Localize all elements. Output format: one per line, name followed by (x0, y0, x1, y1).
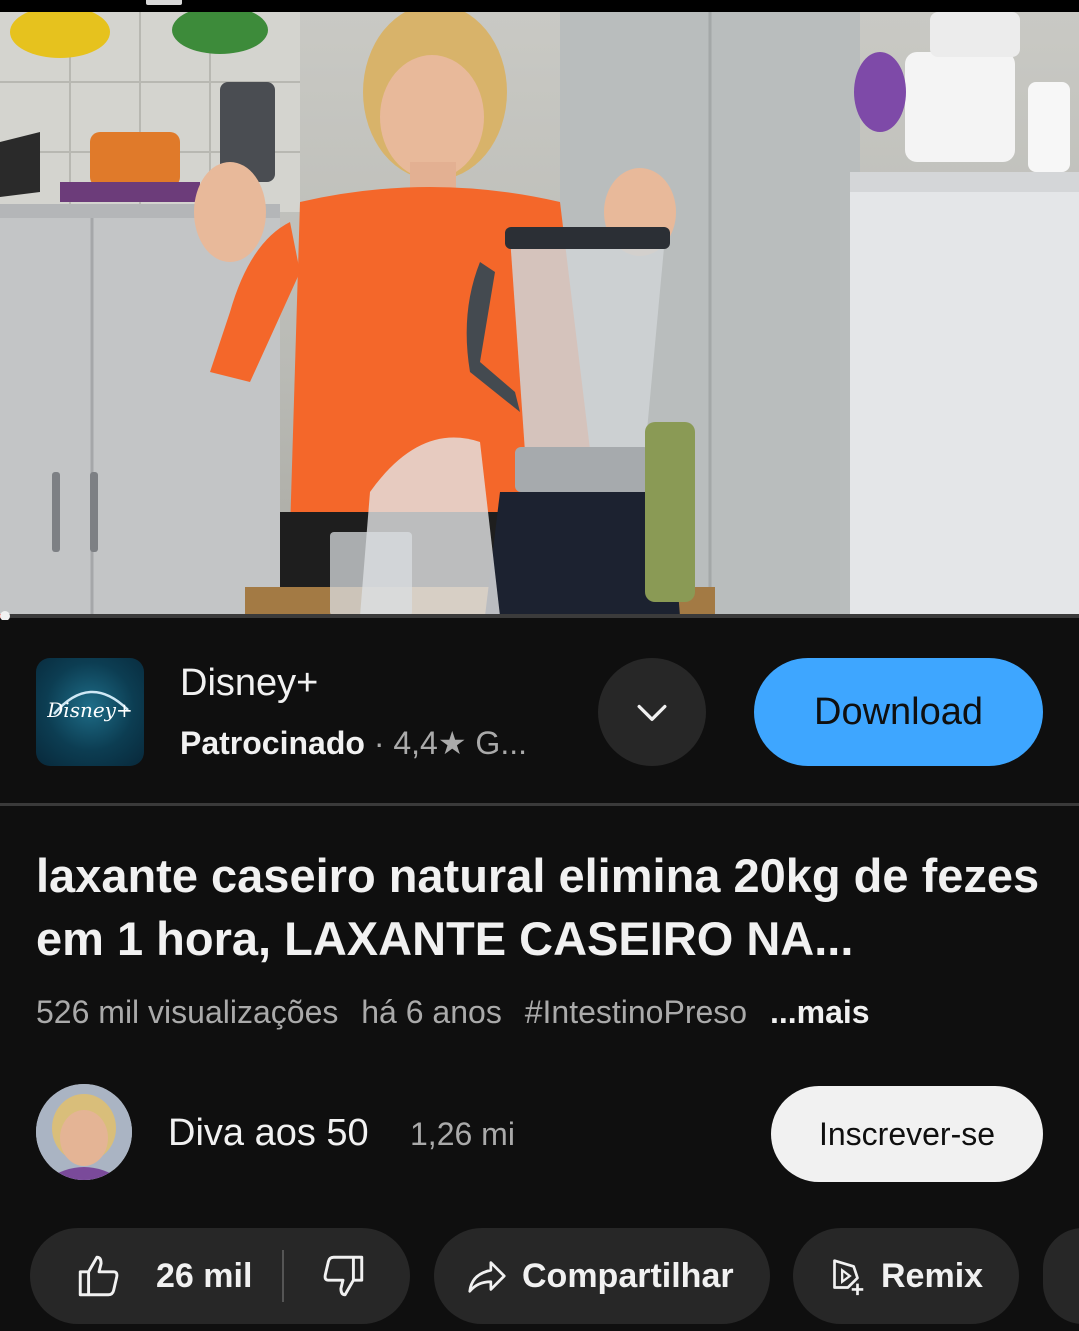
like-dislike-group: 26 mil (30, 1228, 410, 1324)
sponsored-label: Patrocinado (180, 725, 365, 761)
meta-separator: · (373, 725, 385, 761)
video-player[interactable] (0, 12, 1079, 616)
like-button[interactable]: 26 mil (30, 1251, 252, 1301)
thumbs-down-icon (324, 1255, 364, 1297)
more-actions-chip[interactable] (1043, 1228, 1079, 1324)
ad-expand-button[interactable] (598, 658, 706, 766)
status-indicator (146, 0, 182, 5)
ad-rating: 4,4★ G... (393, 725, 527, 761)
video-frame (0, 12, 1079, 616)
video-progress-bar[interactable] (0, 611, 1079, 621)
channel-name[interactable]: Diva aos 50 (168, 1112, 369, 1155)
share-arrow-icon (468, 1261, 506, 1293)
more-link[interactable]: ...mais (770, 994, 870, 1030)
hashtag-link[interactable]: #IntestinoPreso (525, 994, 747, 1030)
share-button[interactable]: Compartilhar (434, 1228, 770, 1324)
chevron-down-icon (637, 704, 667, 721)
download-button[interactable]: Download (754, 658, 1043, 766)
like-count: 26 mil (156, 1256, 253, 1295)
video-meta[interactable]: 526 mil visualizações há 6 anos #Intesti… (36, 994, 884, 1031)
status-bar (0, 0, 1079, 12)
view-count: 526 mil visualizações (36, 994, 339, 1030)
youtube-watch-page: Disney+ Disney+ Patrocinado · 4,4★ G... … (0, 0, 1079, 1331)
ad-meta: Patrocinado · 4,4★ G... (180, 724, 527, 762)
subscriber-count: 1,26 mi (410, 1116, 515, 1152)
share-label: Compartilhar (522, 1256, 734, 1295)
thumbs-up-icon (78, 1255, 119, 1297)
logo-text: Disney+ (47, 698, 133, 722)
dislike-button[interactable] (284, 1251, 368, 1301)
ad-divider (0, 803, 1079, 806)
advertiser-logo: Disney+ (36, 658, 144, 766)
subscribe-button[interactable]: Inscrever-se (771, 1086, 1043, 1182)
sponsored-ad[interactable]: Disney+ Disney+ Patrocinado · 4,4★ G... … (0, 620, 1079, 806)
avatar-image (36, 1084, 132, 1180)
video-title[interactable]: laxante caseiro natural elimina 20kg de … (36, 844, 1056, 970)
advertiser-name: Disney+ (180, 662, 319, 704)
remix-button[interactable]: Remix (793, 1228, 1019, 1324)
remix-label: Remix (881, 1256, 984, 1295)
remix-icon (833, 1259, 864, 1296)
channel-avatar[interactable] (36, 1084, 132, 1180)
upload-age: há 6 anos (361, 994, 502, 1030)
